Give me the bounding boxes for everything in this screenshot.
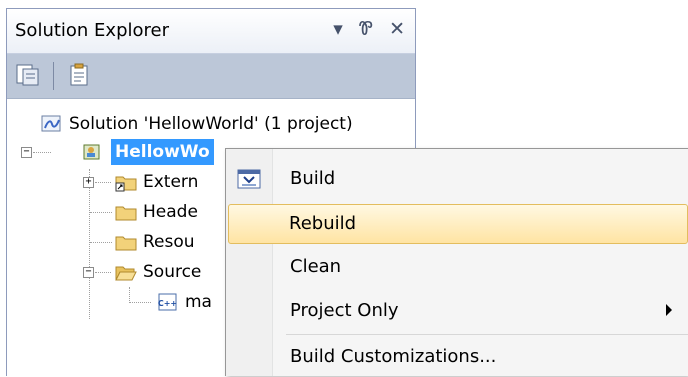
project-icon <box>83 144 100 160</box>
tree-node-external[interactable]: Extern <box>115 167 198 197</box>
project-label: HellowWo <box>111 139 214 165</box>
rebuild-label: Rebuild <box>289 213 357 234</box>
titlebar-buttons: ▾ Ꮘ ✕ <box>323 18 405 40</box>
menu-item-build[interactable]: Build <box>228 159 688 199</box>
build-customizations-label: Build Customizations... <box>290 346 497 367</box>
cpp-file-icon: C++ <box>158 293 177 311</box>
menu-separator <box>286 334 688 335</box>
svg-text:C++: C++ <box>158 299 177 308</box>
menu-item-build-customizations[interactable]: Build Customizations... <box>228 337 688 377</box>
build-icon <box>237 169 261 189</box>
collapse-project-toggle[interactable]: − <box>21 147 32 158</box>
tree-line <box>95 182 111 183</box>
tree-line <box>95 272 111 273</box>
project-only-label: Project Only <box>290 300 399 321</box>
pin-icon[interactable]: Ꮘ <box>359 18 373 40</box>
collapse-source-toggle[interactable]: − <box>83 267 94 278</box>
folder-open-icon <box>115 266 137 281</box>
tree-line <box>129 287 130 303</box>
expand-external-toggle[interactable]: + <box>83 177 94 188</box>
tree-line <box>90 242 112 243</box>
menu-item-rebuild[interactable]: Rebuild <box>228 204 688 244</box>
tree-node-header-files[interactable]: Heade <box>115 197 198 227</box>
solution-icon <box>41 115 61 132</box>
panel-titlebar: Solution Explorer ▾ Ꮘ ✕ <box>7 9 415 54</box>
submenu-arrow-icon <box>666 304 672 316</box>
tree-node-resource-files[interactable]: Resou <box>115 227 195 257</box>
tree-node-solution[interactable]: Solution 'HellowWorld' (1 project) <box>41 109 353 139</box>
menu-item-project-only[interactable]: Project Only <box>228 291 688 331</box>
solution-label: Solution 'HellowWorld' (1 project) <box>69 114 353 134</box>
resource-files-label: Resou <box>143 232 195 252</box>
tree-node-main-cpp[interactable]: C++ ma <box>157 287 212 317</box>
panel-toolbar <box>7 54 415 99</box>
external-label: Extern <box>143 172 199 192</box>
tree-node-source-files[interactable]: Source <box>115 257 201 287</box>
toolbar-separator <box>53 62 54 90</box>
header-files-label: Heade <box>143 202 198 222</box>
tree-line <box>90 212 112 213</box>
dropdown-icon[interactable]: ▾ <box>333 18 343 40</box>
close-icon[interactable]: ✕ <box>389 18 405 40</box>
panel-title: Solution Explorer <box>15 20 169 41</box>
main-cpp-label: ma <box>185 292 212 312</box>
context-menu: Build Rebuild Clean Project Only Build C… <box>225 148 688 376</box>
folder-icon <box>115 206 137 221</box>
tree-line <box>129 302 151 303</box>
clean-label: Clean <box>290 256 342 277</box>
tree-line <box>89 169 90 319</box>
folder-shortcut-icon <box>115 176 137 192</box>
tree-line <box>33 152 51 153</box>
properties-icon[interactable] <box>67 62 93 88</box>
build-label: Build <box>290 168 336 189</box>
menu-item-clean[interactable]: Clean <box>228 247 688 287</box>
source-files-label: Source <box>143 262 202 282</box>
folder-icon <box>115 236 137 251</box>
show-all-files-icon[interactable] <box>15 62 41 88</box>
